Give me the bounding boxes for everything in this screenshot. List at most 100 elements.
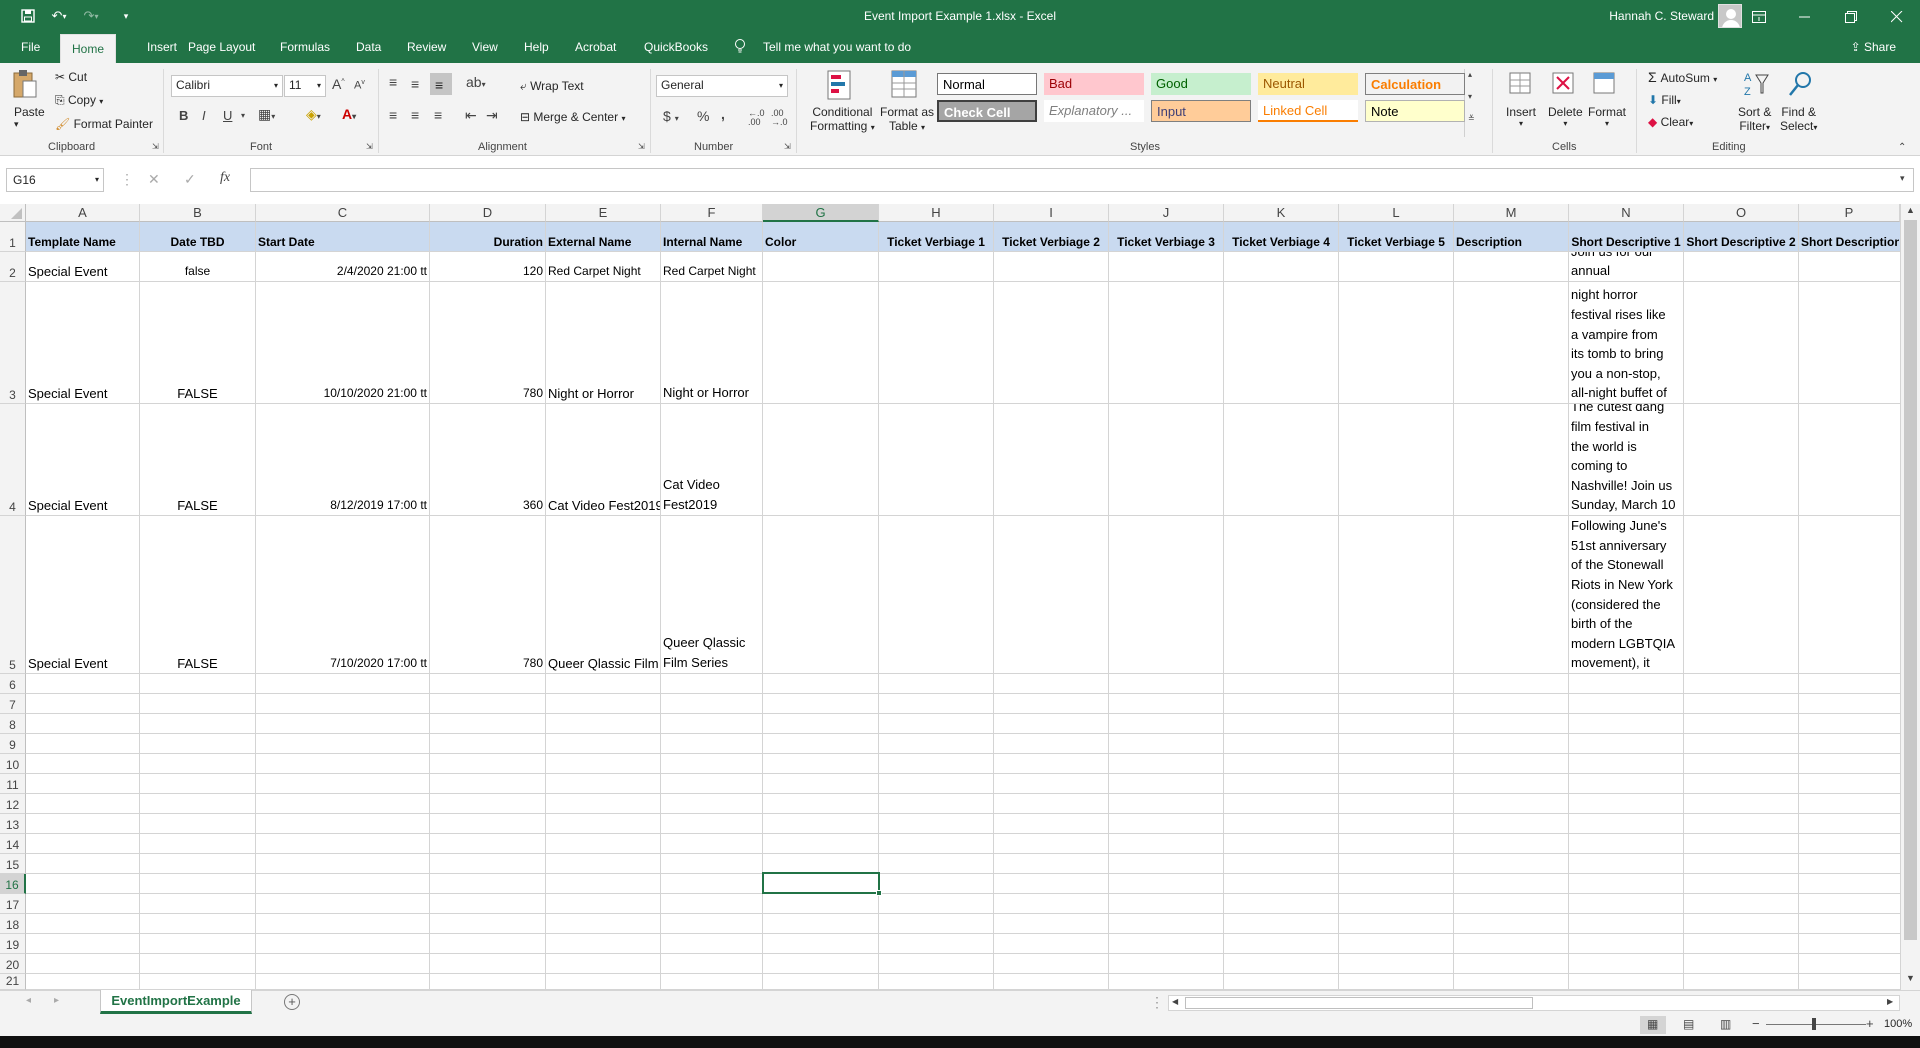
header-cell[interactable]: Date TBD: [140, 234, 255, 251]
cell[interactable]: Red Carpet Night: [546, 262, 660, 281]
row-header-1[interactable]: 1: [0, 222, 26, 252]
cell[interactable]: 10/10/2020 21:00 tt: [256, 384, 429, 403]
cell-wrapped[interactable]: Queer Qlassic Film Series: [661, 516, 762, 673]
row-header-19[interactable]: 19: [0, 934, 26, 954]
zoom-slider-thumb[interactable]: [1812, 1018, 1816, 1030]
cell[interactable]: Night or Horror: [546, 384, 660, 403]
vertical-scrollbar[interactable]: ▲ ▼: [1900, 204, 1920, 990]
row-header-10[interactable]: 10: [0, 754, 26, 774]
horizontal-scroll-thumb[interactable]: [1185, 997, 1533, 1009]
zoom-level[interactable]: 100%: [1884, 1018, 1912, 1030]
row-header-13[interactable]: 13: [0, 814, 26, 834]
scroll-up-icon[interactable]: ▲: [1906, 206, 1915, 215]
cell-wrapped[interactable]: Our annual all-night horrorfestival rise…: [1569, 282, 1683, 403]
sheet-tab-eventimportexample[interactable]: EventImportExample: [100, 990, 252, 1014]
header-cell[interactable]: Template Name: [26, 234, 139, 251]
row-header-6[interactable]: 6: [0, 674, 26, 694]
cell[interactable]: FALSE: [140, 496, 255, 515]
header-cell[interactable]: Duration: [430, 234, 545, 251]
cell-wrapped[interactable]: Cat Video Fest2019: [661, 404, 762, 515]
column-header-e[interactable]: E: [546, 204, 661, 222]
header-cell[interactable]: Internal Name: [661, 234, 762, 251]
row-header-7[interactable]: 7: [0, 694, 26, 714]
column-header-i[interactable]: I: [994, 204, 1109, 222]
splitter-icon[interactable]: ⋮: [1150, 995, 1164, 1009]
column-header-d[interactable]: D: [430, 204, 546, 222]
row-header-11[interactable]: 11: [0, 774, 26, 794]
cell[interactable]: 780: [430, 384, 545, 403]
row-header-3[interactable]: 3: [0, 282, 26, 404]
cell[interactable]: 780: [430, 654, 545, 673]
cell[interactable]: Special Event: [26, 384, 139, 403]
zoom-out-icon[interactable]: −: [1752, 1017, 1760, 1030]
header-cell[interactable]: Color: [763, 234, 878, 251]
header-cell[interactable]: Short Descriptive 1: [1569, 234, 1683, 251]
row-header-14[interactable]: 14: [0, 834, 26, 854]
column-header-j[interactable]: J: [1109, 204, 1224, 222]
column-header-o[interactable]: O: [1684, 204, 1799, 222]
column-header-h[interactable]: H: [879, 204, 994, 222]
row-header-17[interactable]: 17: [0, 894, 26, 914]
row-header-21[interactable]: 21: [0, 974, 26, 990]
column-header-f[interactable]: F: [661, 204, 763, 222]
row-header-2[interactable]: 2: [0, 252, 26, 282]
column-header-k[interactable]: K: [1224, 204, 1339, 222]
row-header-20[interactable]: 20: [0, 954, 26, 974]
row-header-4[interactable]: 4: [0, 404, 26, 516]
cell[interactable]: Special Event: [26, 654, 139, 673]
new-sheet-icon[interactable]: +: [284, 994, 300, 1010]
page-break-view-icon[interactable]: ▥: [1720, 1018, 1731, 1030]
cell-wrapped[interactable]: The cutest dang film festival in the world…: [1569, 404, 1683, 515]
cell[interactable]: 2/4/2020 21:00 tt: [256, 262, 429, 281]
next-sheet-icon[interactable]: ▸: [54, 996, 59, 1006]
cell[interactable]: 7/10/2020 17:00 tt: [256, 654, 429, 673]
active-cell-g16[interactable]: [762, 872, 882, 896]
vertical-scroll-thumb[interactable]: [1904, 220, 1917, 940]
column-header-l[interactable]: L: [1339, 204, 1454, 222]
header-cell[interactable]: Description: [1454, 234, 1568, 251]
column-header-n[interactable]: N: [1569, 204, 1684, 222]
cell-wrapped[interactable]: Following June's 51st anniversary of the S…: [1569, 516, 1683, 673]
row-header-16[interactable]: 16: [0, 874, 26, 894]
cell[interactable]: 360: [430, 496, 545, 515]
cell[interactable]: false: [140, 262, 255, 281]
header-cell[interactable]: Ticket Verbiage 2: [994, 234, 1108, 251]
cell[interactable]: FALSE: [140, 654, 255, 673]
column-header-c[interactable]: C: [256, 204, 430, 222]
header-cell[interactable]: Ticket Verbiage 1: [879, 234, 993, 251]
header-cell[interactable]: Short Description: [1799, 234, 1899, 251]
column-header-b[interactable]: B: [140, 204, 256, 222]
header-cell[interactable]: External Name: [546, 234, 660, 251]
cell-wrapped[interactable]: Night or Horror: [661, 282, 762, 403]
fill-handle[interactable]: [876, 890, 882, 896]
header-cell[interactable]: Short Descriptive 2: [1684, 234, 1798, 251]
row-header-8[interactable]: 8: [0, 714, 26, 734]
row-header-9[interactable]: 9: [0, 734, 26, 754]
page-layout-view-icon[interactable]: ▤: [1683, 1018, 1694, 1030]
cell[interactable]: Special Event: [26, 496, 139, 515]
cell[interactable]: Queer Qlassic Film Series: [546, 654, 660, 673]
row-header-12[interactable]: 12: [0, 794, 26, 814]
cell[interactable]: FALSE: [140, 384, 255, 403]
cell[interactable]: Cat Video Fest2019: [546, 496, 660, 515]
prev-sheet-icon[interactable]: ◂: [26, 996, 31, 1006]
cell[interactable]: 120: [430, 262, 545, 281]
horizontal-scrollbar[interactable]: ◀ ▶: [1168, 995, 1900, 1011]
column-header-a[interactable]: A: [26, 204, 140, 222]
cell-wrapped[interactable]: Red Carpet Night: [661, 252, 762, 281]
scroll-right-icon[interactable]: ▶: [1887, 998, 1893, 1006]
scroll-left-icon[interactable]: ◀: [1172, 998, 1178, 1006]
normal-view-icon[interactable]: ▦: [1640, 1016, 1666, 1034]
row-header-15[interactable]: 15: [0, 854, 26, 874]
cell-wrapped[interactable]: Join us for our annual: [1569, 252, 1683, 281]
cell[interactable]: Special Event: [26, 262, 139, 281]
column-header-m[interactable]: M: [1454, 204, 1569, 222]
row-header-5[interactable]: 5: [0, 516, 26, 674]
column-header-p[interactable]: P: [1799, 204, 1900, 222]
scroll-down-icon[interactable]: ▼: [1906, 974, 1915, 983]
header-cell[interactable]: Ticket Verbiage 3: [1109, 234, 1223, 251]
header-cell[interactable]: Start Date: [256, 234, 429, 251]
header-cell[interactable]: Ticket Verbiage 4: [1224, 234, 1338, 251]
zoom-slider[interactable]: [1766, 1024, 1866, 1025]
select-all-button[interactable]: [0, 204, 26, 222]
